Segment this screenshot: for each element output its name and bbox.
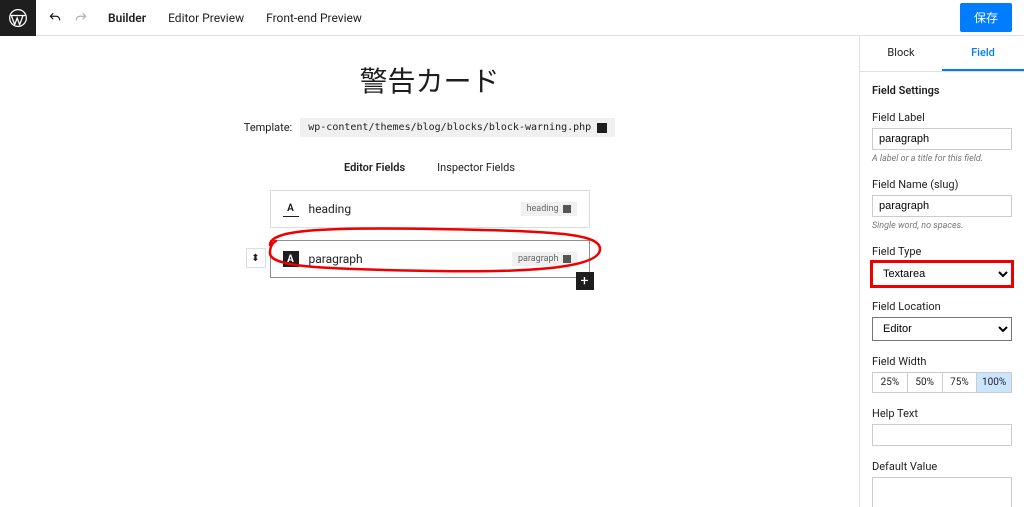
tab-inspector-fields[interactable]: Inspector Fields xyxy=(437,161,515,178)
field-badge-text: heading xyxy=(527,204,559,214)
topbar: Builder Editor Preview Front-end Preview… xyxy=(0,0,1024,36)
tab-field[interactable]: Field xyxy=(942,36,1024,71)
field-width-label: Field Width xyxy=(872,355,1012,368)
tab-frontend-preview[interactable]: Front-end Preview xyxy=(266,11,362,25)
undo-icon[interactable] xyxy=(48,11,62,25)
clipboard-icon[interactable] xyxy=(563,205,571,213)
field-label: heading xyxy=(309,202,511,216)
width-25[interactable]: 25% xyxy=(873,373,908,392)
tab-block[interactable]: Block xyxy=(860,36,942,71)
field-label: paragraph xyxy=(309,252,502,266)
inspector-heading: Field Settings xyxy=(872,84,1012,97)
fields-container: A heading heading ⬍ A paragraph paragrap… xyxy=(270,190,590,290)
tab-editor-preview[interactable]: Editor Preview xyxy=(168,11,244,25)
template-path: wp-content/themes/blog/blocks/block-warn… xyxy=(300,118,615,137)
add-field-button[interactable]: + xyxy=(576,272,594,290)
field-card-paragraph[interactable]: A paragraph paragraph xyxy=(270,240,590,278)
default-value-textarea[interactable] xyxy=(872,477,1012,507)
canvas: 警告カード Template: wp-content/themes/blog/b… xyxy=(0,36,859,507)
inspector-panel: Block Field Field Settings Field Label A… xyxy=(859,36,1024,507)
field-tabs: Editor Fields Inspector Fields xyxy=(344,161,515,178)
width-100[interactable]: 100% xyxy=(977,373,1011,392)
field-type-select[interactable]: Textarea xyxy=(872,262,1012,286)
template-path-text: wp-content/themes/blog/blocks/block-warn… xyxy=(308,122,591,133)
history-controls xyxy=(36,11,100,25)
field-badge: paragraph xyxy=(512,252,577,266)
clipboard-icon[interactable] xyxy=(597,123,607,133)
field-label-help: A label or a title for this field. xyxy=(872,154,1012,164)
tab-editor-fields[interactable]: Editor Fields xyxy=(344,161,405,178)
width-button-group: 25% 50% 75% 100% xyxy=(872,372,1012,393)
field-name-help: Single word, no spaces. xyxy=(872,221,1012,231)
field-card-heading[interactable]: A heading heading xyxy=(270,190,590,228)
inspector-tabs: Block Field xyxy=(860,36,1024,72)
field-type-label: Field Type xyxy=(872,245,1012,258)
clipboard-icon[interactable] xyxy=(563,255,571,263)
field-name-label: Field Name (slug) xyxy=(872,178,1012,191)
block-title[interactable]: 警告カード xyxy=(359,60,499,100)
textarea-icon: A xyxy=(283,251,299,267)
field-badge: heading xyxy=(521,202,577,216)
text-icon: A xyxy=(283,201,299,217)
field-badge-text: paragraph xyxy=(518,254,559,264)
field-location-select[interactable]: Editor xyxy=(872,317,1012,341)
wordpress-logo[interactable] xyxy=(0,0,36,36)
template-row: Template: wp-content/themes/blog/blocks/… xyxy=(244,118,615,137)
default-value-label: Default Value xyxy=(872,460,1012,473)
move-handle[interactable]: ⬍ xyxy=(246,248,266,268)
help-text-label: Help Text xyxy=(872,407,1012,420)
help-text-input[interactable] xyxy=(872,424,1012,446)
redo-icon[interactable] xyxy=(74,11,88,25)
field-label-input[interactable] xyxy=(872,128,1012,150)
save-button[interactable]: 保存 xyxy=(960,3,1012,32)
width-50[interactable]: 50% xyxy=(908,373,943,392)
tab-builder[interactable]: Builder xyxy=(108,11,146,25)
field-location-label: Field Location xyxy=(872,300,1012,313)
width-75[interactable]: 75% xyxy=(943,373,978,392)
nav-tabs: Builder Editor Preview Front-end Preview xyxy=(108,11,362,25)
template-label: Template: xyxy=(244,121,292,134)
field-name-input[interactable] xyxy=(872,195,1012,217)
field-label-label: Field Label xyxy=(872,111,1012,124)
